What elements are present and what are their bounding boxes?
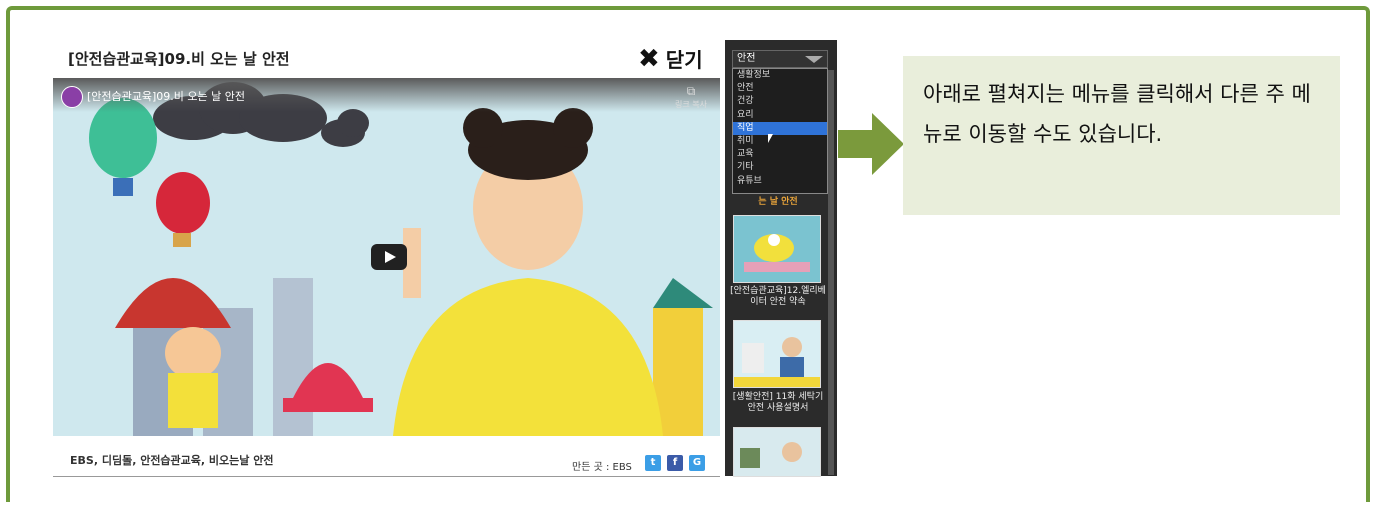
copy-link-button[interactable]: ⧉ 링크 복사 [670,84,712,110]
close-label: 닫기 [665,48,703,72]
pointer-arrow-icon [838,130,872,158]
mouse-cursor-icon [768,134,773,143]
copy-icon: ⧉ [686,84,696,98]
sidebar-scrollbar[interactable] [828,70,834,475]
video-player[interactable]: [안전습관교육]09.비 오는 날 안전 ⧉ 링크 복사 [53,78,720,436]
pointer-arrow-head [872,113,904,175]
video-thumbnail-image [740,442,802,468]
copy-link-label: 링크 복사 [675,100,707,109]
category-select[interactable]: 안전 [732,50,828,68]
menu-item-safety[interactable]: 안전 [733,82,827,95]
video-maker: 만든 곳 : EBS [572,462,632,473]
partial-video-caption[interactable]: 는 날 안전 [728,194,828,207]
close-icon: ✖ [638,43,660,74]
category-selected-value: 안전 [737,53,756,64]
play-button[interactable] [371,244,407,270]
video-title: [안전습관교육]09.비 오는 날 안전 [68,50,290,68]
category-menu: 생활정보 안전 건강 요리 직업 취미 교육 기타 유튜브 [732,68,828,194]
menu-item-cooking[interactable]: 요리 [733,109,827,122]
video-thumbnail[interactable] [733,215,821,283]
google-icon: G [692,457,702,468]
divider [53,476,720,477]
menu-item-health[interactable]: 건강 [733,95,827,108]
menu-item-etc[interactable]: 기타 [733,161,827,174]
chevron-down-icon [805,56,823,63]
video-caption[interactable]: [생활안전] 11화 세탁기 안전 사용설명서 [728,392,828,414]
video-thumbnail[interactable] [733,427,821,477]
menu-item-youtube[interactable]: 유튜브 [733,175,827,188]
menu-item-hobby[interactable]: 취미 [733,135,827,148]
washer-thumbnail-image [734,337,820,387]
google-share-button[interactable]: G [689,455,705,471]
menu-item-life-info[interactable]: 생활정보 [733,69,827,82]
elevator-thumbnail-image [744,234,810,272]
twitter-share-button[interactable]: t [645,455,661,471]
facebook-share-button[interactable]: f [667,455,683,471]
menu-item-job[interactable]: 직업 [733,121,827,135]
menu-item-education[interactable]: 교육 [733,148,827,161]
twitter-icon: t [650,457,656,468]
video-thumbnail[interactable] [733,320,821,388]
player-title[interactable]: [안전습관교육]09.비 오는 날 안전 [87,88,245,104]
facebook-icon: f [672,457,678,468]
video-caption[interactable]: [안전습관교육]12.엘리베이터 안전 약속 [728,286,828,308]
channel-avatar[interactable] [61,86,83,108]
video-tags: EBS, 디딤돌, 안전습관교육, 비오는날 안전 [70,454,274,467]
instruction-callout: 아래로 펼쳐지는 메뉴를 클릭해서 다른 주 메뉴로 이동할 수도 있습니다. [903,56,1340,215]
close-button[interactable]: ✖ 닫기 [638,44,703,73]
